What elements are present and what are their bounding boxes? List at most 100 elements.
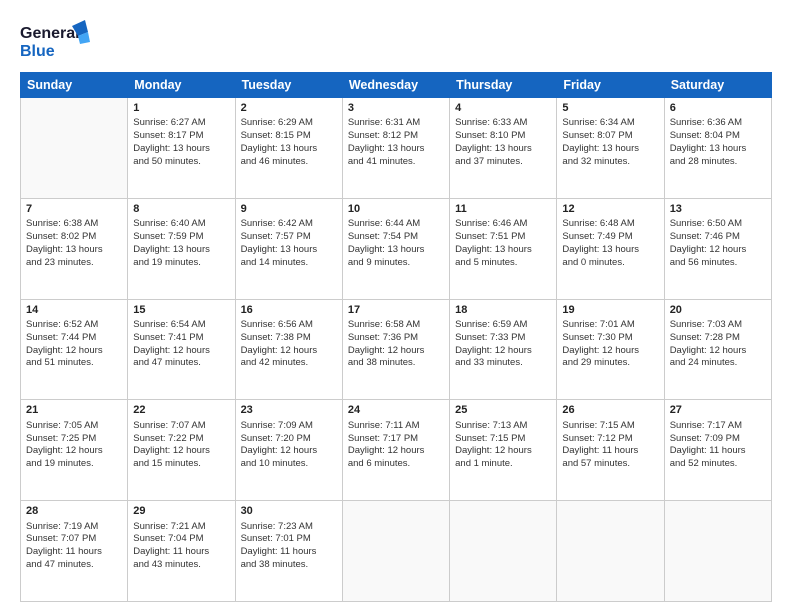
calendar-table: SundayMondayTuesdayWednesdayThursdayFrid… bbox=[20, 72, 772, 602]
day-info: Sunrise: 6:38 AM Sunset: 8:02 PM Dayligh… bbox=[26, 218, 122, 269]
day-number: 13 bbox=[670, 202, 766, 217]
day-info: Sunrise: 6:40 AM Sunset: 7:59 PM Dayligh… bbox=[133, 218, 229, 269]
day-number: 29 bbox=[133, 504, 229, 519]
day-number: 5 bbox=[562, 101, 658, 116]
day-number: 19 bbox=[562, 303, 658, 318]
calendar-cell: 11Sunrise: 6:46 AM Sunset: 7:51 PM Dayli… bbox=[450, 198, 557, 299]
calendar-cell: 2Sunrise: 6:29 AM Sunset: 8:15 PM Daylig… bbox=[235, 98, 342, 199]
calendar-cell: 1Sunrise: 6:27 AM Sunset: 8:17 PM Daylig… bbox=[128, 98, 235, 199]
calendar-cell: 25 Sunrise: 7:13 AM Sunset: 7:15 PM Dayli… bbox=[450, 400, 557, 501]
calendar-cell: 27Sunrise: 7:17 AM Sunset: 7:09 PM Dayli… bbox=[664, 400, 771, 501]
day-info: Sunrise: 6:27 AM Sunset: 8:17 PM Dayligh… bbox=[133, 117, 229, 168]
calendar-cell bbox=[557, 501, 664, 602]
calendar-week-row: 14Sunrise: 6:52 AM Sunset: 7:44 PM Dayli… bbox=[21, 299, 772, 400]
calendar-cell: 15Sunrise: 6:54 AM Sunset: 7:41 PM Dayli… bbox=[128, 299, 235, 400]
day-number: 2 bbox=[241, 101, 337, 116]
day-info: Sunrise: 7:15 AM Sunset: 7:12 PM Dayligh… bbox=[562, 420, 658, 471]
calendar-cell: 24 Sunrise: 7:11 AM Sunset: 7:17 PM Dayli… bbox=[342, 400, 449, 501]
day-info: Sunrise: 6:46 AM Sunset: 7:51 PM Dayligh… bbox=[455, 218, 551, 269]
calendar-cell: 6Sunrise: 6:36 AM Sunset: 8:04 PM Daylig… bbox=[664, 98, 771, 199]
day-number: 18 bbox=[455, 303, 551, 318]
day-number: 9 bbox=[241, 202, 337, 217]
day-number: 10 bbox=[348, 202, 444, 217]
calendar-cell: 20Sunrise: 7:03 AM Sunset: 7:28 PM Dayli… bbox=[664, 299, 771, 400]
day-number: 20 bbox=[670, 303, 766, 318]
day-info: Sunrise: 6:52 AM Sunset: 7:44 PM Dayligh… bbox=[26, 319, 122, 370]
calendar-week-row: 21 Sunrise: 7:05 AM Sunset: 7:25 PM Dayli… bbox=[21, 400, 772, 501]
calendar-cell bbox=[664, 501, 771, 602]
calendar-week-row: 7Sunrise: 6:38 AM Sunset: 8:02 PM Daylig… bbox=[21, 198, 772, 299]
day-info: Sunrise: 7:17 AM Sunset: 7:09 PM Dayligh… bbox=[670, 420, 766, 471]
calendar-cell: 14Sunrise: 6:52 AM Sunset: 7:44 PM Dayli… bbox=[21, 299, 128, 400]
day-info: Sunrise: 6:48 AM Sunset: 7:49 PM Dayligh… bbox=[562, 218, 658, 269]
day-number: 1 bbox=[133, 101, 229, 116]
day-info: Sunrise: 6:58 AM Sunset: 7:36 PM Dayligh… bbox=[348, 319, 444, 370]
calendar-week-row: 28 Sunrise: 7:19 AM Sunset: 7:07 PM Dayli… bbox=[21, 501, 772, 602]
day-number: 22 bbox=[133, 403, 229, 418]
day-info: Sunrise: 7:19 AM Sunset: 7:07 PM Dayligh… bbox=[26, 521, 122, 572]
calendar-weekday-tuesday: Tuesday bbox=[235, 73, 342, 98]
day-number: 6 bbox=[670, 101, 766, 116]
calendar-cell: 5Sunrise: 6:34 AM Sunset: 8:07 PM Daylig… bbox=[557, 98, 664, 199]
calendar-cell: 8Sunrise: 6:40 AM Sunset: 7:59 PM Daylig… bbox=[128, 198, 235, 299]
day-info: Sunrise: 6:42 AM Sunset: 7:57 PM Dayligh… bbox=[241, 218, 337, 269]
day-number: 16 bbox=[241, 303, 337, 318]
day-number: 11 bbox=[455, 202, 551, 217]
day-info: Sunrise: 7:13 AM Sunset: 7:15 PM Dayligh… bbox=[455, 420, 551, 471]
day-info: Sunrise: 6:59 AM Sunset: 7:33 PM Dayligh… bbox=[455, 319, 551, 370]
calendar-cell: 28 Sunrise: 7:19 AM Sunset: 7:07 PM Dayli… bbox=[21, 501, 128, 602]
day-number: 4 bbox=[455, 101, 551, 116]
day-info: Sunrise: 7:09 AM Sunset: 7:20 PM Dayligh… bbox=[241, 420, 337, 471]
calendar-weekday-thursday: Thursday bbox=[450, 73, 557, 98]
logo: General Blue bbox=[20, 18, 90, 64]
calendar-cell: 23Sunrise: 7:09 AM Sunset: 7:20 PM Dayli… bbox=[235, 400, 342, 501]
day-number: 26 bbox=[562, 403, 658, 418]
calendar-cell: 26 Sunrise: 7:15 AM Sunset: 7:12 PM Dayli… bbox=[557, 400, 664, 501]
day-number: 7 bbox=[26, 202, 122, 217]
calendar-cell: 13Sunrise: 6:50 AM Sunset: 7:46 PM Dayli… bbox=[664, 198, 771, 299]
calendar-weekday-saturday: Saturday bbox=[664, 73, 771, 98]
calendar-cell: 17Sunrise: 6:58 AM Sunset: 7:36 PM Dayli… bbox=[342, 299, 449, 400]
day-number: 12 bbox=[562, 202, 658, 217]
page-header: General Blue bbox=[20, 18, 772, 64]
day-number: 21 bbox=[26, 403, 122, 418]
day-info: Sunrise: 6:29 AM Sunset: 8:15 PM Dayligh… bbox=[241, 117, 337, 168]
day-number: 17 bbox=[348, 303, 444, 318]
calendar-cell bbox=[450, 501, 557, 602]
day-info: Sunrise: 7:05 AM Sunset: 7:25 PM Dayligh… bbox=[26, 420, 122, 471]
calendar-weekday-sunday: Sunday bbox=[21, 73, 128, 98]
day-number: 25 bbox=[455, 403, 551, 418]
day-number: 14 bbox=[26, 303, 122, 318]
day-info: Sunrise: 6:36 AM Sunset: 8:04 PM Dayligh… bbox=[670, 117, 766, 168]
calendar-cell: 7Sunrise: 6:38 AM Sunset: 8:02 PM Daylig… bbox=[21, 198, 128, 299]
day-info: Sunrise: 7:01 AM Sunset: 7:30 PM Dayligh… bbox=[562, 319, 658, 370]
day-number: 24 bbox=[348, 403, 444, 418]
day-info: Sunrise: 6:31 AM Sunset: 8:12 PM Dayligh… bbox=[348, 117, 444, 168]
calendar-cell: 4Sunrise: 6:33 AM Sunset: 8:10 PM Daylig… bbox=[450, 98, 557, 199]
day-number: 3 bbox=[348, 101, 444, 116]
day-info: Sunrise: 6:50 AM Sunset: 7:46 PM Dayligh… bbox=[670, 218, 766, 269]
calendar-cell: 16Sunrise: 6:56 AM Sunset: 7:38 PM Dayli… bbox=[235, 299, 342, 400]
calendar-cell: 10Sunrise: 6:44 AM Sunset: 7:54 PM Dayli… bbox=[342, 198, 449, 299]
calendar-weekday-friday: Friday bbox=[557, 73, 664, 98]
svg-text:General: General bbox=[20, 25, 80, 42]
day-info: Sunrise: 7:21 AM Sunset: 7:04 PM Dayligh… bbox=[133, 521, 229, 572]
day-info: Sunrise: 7:11 AM Sunset: 7:17 PM Dayligh… bbox=[348, 420, 444, 471]
calendar-cell: 19Sunrise: 7:01 AM Sunset: 7:30 PM Dayli… bbox=[557, 299, 664, 400]
logo-icon: General Blue bbox=[20, 18, 90, 64]
calendar-cell bbox=[342, 501, 449, 602]
calendar-weekday-wednesday: Wednesday bbox=[342, 73, 449, 98]
day-info: Sunrise: 7:07 AM Sunset: 7:22 PM Dayligh… bbox=[133, 420, 229, 471]
day-number: 15 bbox=[133, 303, 229, 318]
day-info: Sunrise: 6:56 AM Sunset: 7:38 PM Dayligh… bbox=[241, 319, 337, 370]
day-number: 8 bbox=[133, 202, 229, 217]
calendar-cell bbox=[21, 98, 128, 199]
calendar-cell: 30Sunrise: 7:23 AM Sunset: 7:01 PM Dayli… bbox=[235, 501, 342, 602]
calendar-week-row: 1Sunrise: 6:27 AM Sunset: 8:17 PM Daylig… bbox=[21, 98, 772, 199]
calendar-cell: 21 Sunrise: 7:05 AM Sunset: 7:25 PM Dayli… bbox=[21, 400, 128, 501]
calendar-weekday-monday: Monday bbox=[128, 73, 235, 98]
day-info: Sunrise: 6:44 AM Sunset: 7:54 PM Dayligh… bbox=[348, 218, 444, 269]
calendar-cell: 18Sunrise: 6:59 AM Sunset: 7:33 PM Dayli… bbox=[450, 299, 557, 400]
day-info: Sunrise: 6:34 AM Sunset: 8:07 PM Dayligh… bbox=[562, 117, 658, 168]
day-number: 28 bbox=[26, 504, 122, 519]
